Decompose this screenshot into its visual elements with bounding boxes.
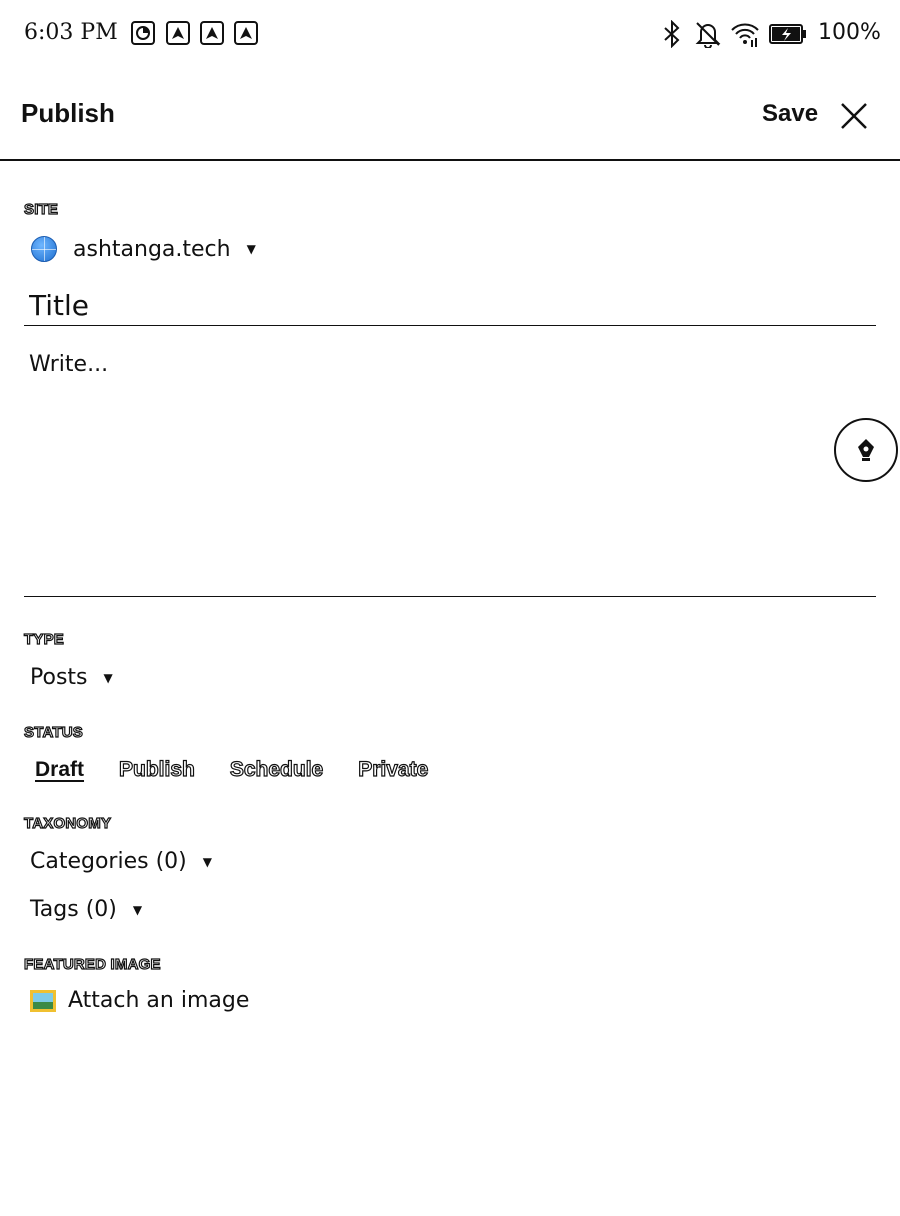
featured-image-section-label: FEATURED IMAGE — [23, 955, 161, 973]
site-dropdown-value: ashtanga.tech — [73, 236, 231, 262]
dropdown-caret-icon: ▼ — [103, 670, 113, 685]
type-section-label: TYPE — [23, 630, 64, 648]
type-dropdown[interactable]: Posts ▼ — [30, 665, 113, 690]
site-dropdown[interactable]: ashtanga.tech ▼ — [31, 236, 256, 262]
categories-dropdown[interactable]: Categories (0) ▼ — [30, 849, 212, 874]
attach-image-button[interactable]: Attach an image — [30, 988, 249, 1013]
body-editor[interactable] — [24, 346, 876, 597]
globe-icon — [31, 236, 57, 262]
site-section-label: SITE — [23, 200, 59, 218]
status-bar: 6:03 PM 100% — [0, 0, 900, 68]
page-title: Publish — [21, 98, 115, 128]
app-a-icon — [234, 21, 258, 45]
status-tab-schedule[interactable]: Schedule — [229, 757, 324, 782]
pen-tool-button[interactable] — [834, 418, 898, 482]
tags-dropdown[interactable]: Tags (0) ▼ — [30, 897, 142, 922]
bell-off-icon — [694, 20, 722, 52]
status-tab-publish[interactable]: Publish — [118, 757, 195, 782]
dropdown-caret-icon: ▼ — [202, 854, 212, 869]
type-dropdown-value: Posts — [30, 665, 88, 690]
battery-charging-icon — [768, 20, 808, 52]
battery-percentage: 100% — [818, 20, 881, 45]
categories-dropdown-value: Categories (0) — [30, 849, 187, 874]
app-a-icon — [200, 21, 224, 45]
pie-chart-icon — [131, 21, 155, 45]
status-tab-private[interactable]: Private — [358, 757, 429, 782]
wifi-icon — [730, 20, 760, 52]
image-icon — [30, 989, 56, 1012]
title-input[interactable] — [24, 286, 876, 326]
bluetooth-icon — [660, 19, 684, 52]
pen-nib-icon — [858, 439, 874, 461]
taxonomy-section-label: TAXONOMY — [23, 814, 112, 832]
dropdown-caret-icon: ▼ — [132, 902, 143, 917]
status-tabs: Draft Publish Schedule Private — [35, 757, 429, 782]
attach-image-label: Attach an image — [68, 988, 250, 1013]
tags-dropdown-value: Tags (0) — [30, 897, 117, 922]
app-bar: Publish Save — [0, 68, 900, 161]
app-a-icon — [166, 21, 190, 45]
close-icon[interactable] — [838, 100, 870, 132]
status-tab-draft[interactable]: Draft — [35, 758, 84, 782]
status-time: 6:03 PM — [24, 20, 118, 45]
save-button[interactable]: Save — [762, 100, 818, 128]
status-section-label: STATUS — [23, 723, 83, 741]
dropdown-caret-icon: ▼ — [246, 242, 256, 256]
